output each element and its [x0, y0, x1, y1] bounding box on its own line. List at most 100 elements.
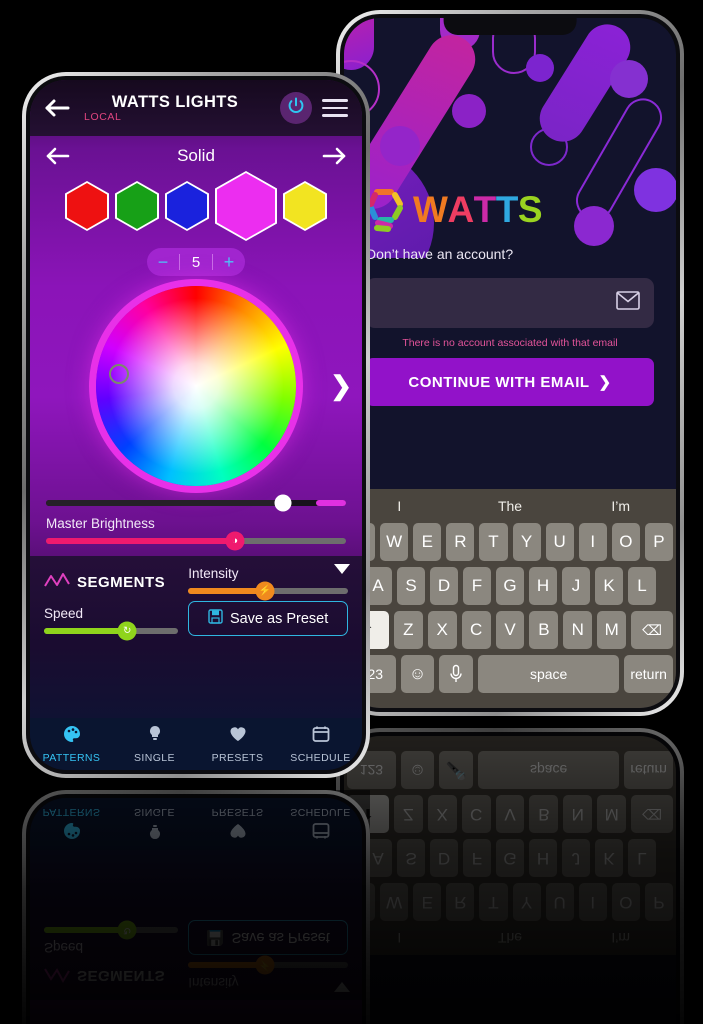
- watts-logo: WATTS: [366, 186, 654, 232]
- scene-root: I The I’m QWER TYUI OP ASDF: [0, 0, 703, 1024]
- key-k[interactable]: K: [595, 567, 623, 605]
- phone-left: WATTS LIGHTS LOCAL Solid − 5 + ❯ Master …: [22, 72, 370, 778]
- color-wheel-selector[interactable]: [109, 364, 129, 384]
- chevron-right-icon: ❯: [598, 374, 612, 391]
- key-d[interactable]: D: [430, 567, 458, 605]
- tab-patterns[interactable]: PATTERNS: [30, 718, 113, 770]
- tab-presets[interactable]: PRESETS: [196, 718, 279, 770]
- no-account-prompt: Don’t have an account?: [366, 246, 514, 262]
- prediction-3: I’m: [611, 930, 631, 946]
- bulb-icon: [145, 724, 165, 749]
- microphone-icon[interactable]: [439, 655, 474, 693]
- error-message: There is no account associated with that…: [402, 337, 618, 349]
- hamburger-menu-icon[interactable]: [322, 99, 348, 117]
- swatch-magenta[interactable]: [215, 171, 277, 241]
- key-t[interactable]: T: [479, 523, 508, 561]
- swatch-yellow[interactable]: [283, 181, 327, 231]
- chevron-right-icon[interactable]: ❯: [330, 371, 352, 402]
- reflection-keyboard: I The I’m QWER TYUI OP ASDF: [344, 736, 676, 955]
- key-m[interactable]: M: [597, 611, 627, 649]
- key-w[interactable]: W: [380, 523, 409, 561]
- key-v[interactable]: V: [495, 611, 525, 649]
- key-p[interactable]: P: [644, 523, 673, 561]
- kbd-row-2: ASDF GHJK L: [344, 833, 676, 877]
- app-title: WATTS LIGHTS: [111, 92, 239, 111]
- on-screen-keyboard[interactable]: I The I’m Q W E R T Y U I: [344, 489, 676, 708]
- key-e[interactable]: E: [413, 523, 442, 561]
- phone-right: WATTS Don’t have an account? There is no…: [336, 10, 684, 716]
- key-j[interactable]: J: [562, 567, 590, 605]
- backspace-icon[interactable]: ⌫: [631, 611, 674, 649]
- stepper-minus-button[interactable]: −: [147, 252, 179, 273]
- prediction-item[interactable]: I’m: [565, 498, 676, 514]
- palette-icon: [62, 724, 82, 749]
- key-g[interactable]: G: [496, 567, 524, 605]
- key-z[interactable]: Z: [393, 611, 423, 649]
- color-swatch-row: [30, 171, 362, 241]
- key-f[interactable]: F: [463, 567, 491, 605]
- emoji-icon[interactable]: ☺: [400, 655, 435, 693]
- color-wheel[interactable]: [96, 286, 296, 486]
- space-key[interactable]: space: [478, 655, 620, 693]
- key-i[interactable]: I: [578, 523, 607, 561]
- segments-title-row: SEGMENTS: [44, 572, 178, 593]
- master-brightness-label: Master Brightness: [46, 516, 155, 531]
- saturation-slider[interactable]: [46, 494, 346, 512]
- caret-down-icon[interactable]: [334, 564, 350, 574]
- save-as-preset-button[interactable]: Save as Preset: [188, 601, 348, 636]
- app-title-block: WATTS LIGHTS LOCAL: [80, 92, 270, 123]
- continue-with-email-button[interactable]: CONTINUE WITH EMAIL ❯: [366, 358, 654, 406]
- key-s[interactable]: S: [397, 567, 425, 605]
- tab-label-schedule: SCHEDULE: [290, 752, 351, 764]
- back-button[interactable]: [44, 97, 70, 119]
- swatch-blue[interactable]: [165, 181, 209, 231]
- intensity-slider[interactable]: ⚡: [188, 581, 348, 601]
- kbd-row-1: QWER TYUI OP: [344, 877, 676, 921]
- floppy-disk-icon: [208, 609, 223, 628]
- email-field[interactable]: [366, 278, 654, 328]
- swatch-green[interactable]: [115, 181, 159, 231]
- speed-slider[interactable]: ↻: [44, 621, 179, 641]
- segment-count-stepper[interactable]: − 5 +: [147, 248, 245, 276]
- key-l[interactable]: L: [628, 567, 656, 605]
- tab-single[interactable]: SINGLE: [113, 718, 196, 770]
- pattern-prev-button[interactable]: [46, 146, 72, 166]
- brightness-icon: ◑: [225, 531, 245, 551]
- keyboard-row-1: Q W E R T Y U I O P: [344, 523, 676, 567]
- master-brightness-slider[interactable]: ◑: [46, 531, 346, 551]
- prediction-item[interactable]: The: [455, 498, 566, 514]
- key-n[interactable]: N: [563, 611, 593, 649]
- tab-label-presets: PRESETS: [211, 752, 264, 764]
- bottom-tab-bar: PATTERNS SINGLE PRESETS SCHEDULE: [30, 718, 362, 770]
- phone-right-reflection: I The I’m QWER TYUI OP ASDF: [336, 728, 684, 1024]
- pattern-selector: Solid: [30, 136, 362, 170]
- login-screen: WATTS Don’t have an account? There is no…: [344, 18, 676, 708]
- save-as-preset-label: Save as Preset: [229, 610, 329, 627]
- key-y[interactable]: Y: [512, 523, 541, 561]
- key-c[interactable]: C: [461, 611, 491, 649]
- app-subtitle: LOCAL: [84, 111, 122, 123]
- phone-left-reflection: SEGMENTS Speed ↻ Intensity ⚡ 💾 Save as P…: [22, 790, 370, 1024]
- key-b[interactable]: B: [529, 611, 559, 649]
- stepper-value: 5: [191, 253, 201, 271]
- tab-schedule[interactable]: SCHEDULE: [279, 718, 362, 770]
- key-h[interactable]: H: [529, 567, 557, 605]
- speed-label: Speed: [44, 606, 84, 621]
- lightning-bolt-icon: ⚡: [255, 581, 275, 601]
- keyboard-row-4: 123 ☺ space return: [344, 655, 676, 699]
- pattern-next-button[interactable]: [320, 146, 346, 166]
- stepper-plus-button[interactable]: +: [213, 252, 245, 273]
- calendar-icon: [311, 724, 331, 749]
- segments-title: SEGMENTS: [77, 574, 166, 591]
- key-x[interactable]: X: [427, 611, 457, 649]
- swatch-red[interactable]: [65, 181, 109, 231]
- master-brightness-block: Master Brightness ◑: [30, 506, 362, 556]
- power-button[interactable]: [280, 92, 312, 124]
- return-key[interactable]: return: [624, 655, 674, 693]
- key-u[interactable]: U: [545, 523, 574, 561]
- app-header: WATTS LIGHTS LOCAL: [30, 80, 362, 136]
- key-o[interactable]: O: [611, 523, 640, 561]
- key-r[interactable]: R: [446, 523, 475, 561]
- color-wheel-area: ❯: [30, 286, 362, 486]
- notch: [443, 18, 577, 35]
